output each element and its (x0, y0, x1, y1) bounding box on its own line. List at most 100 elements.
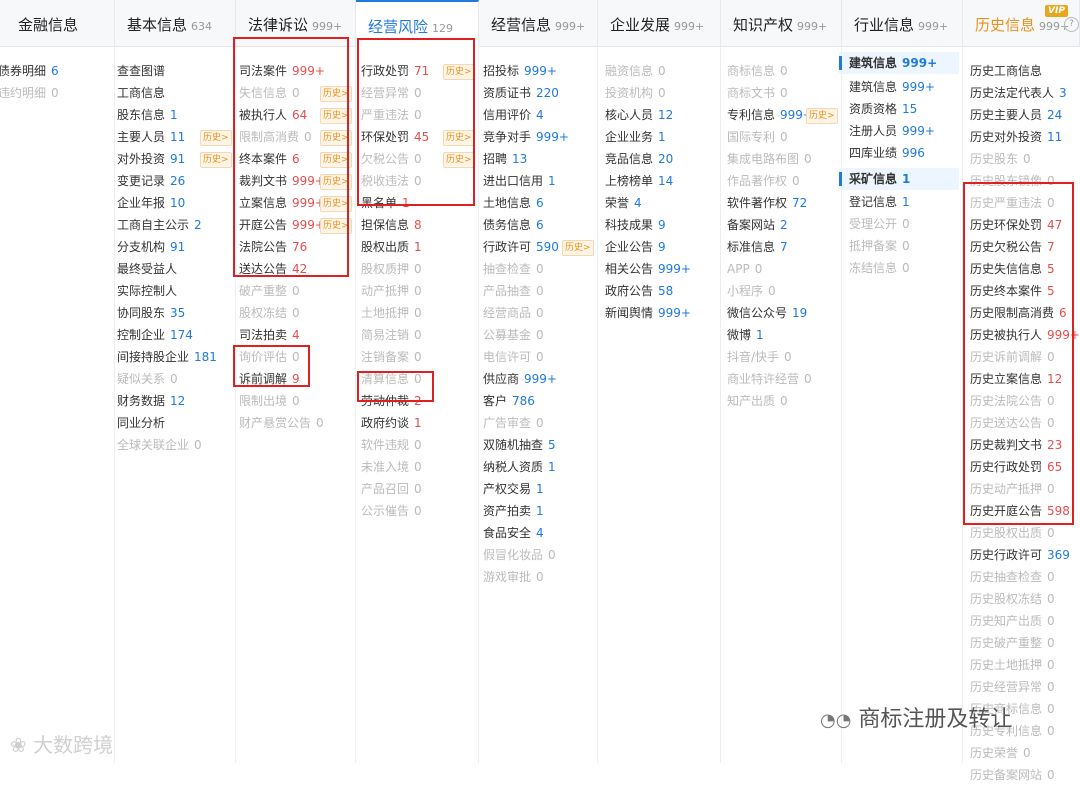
category-item[interactable]: 招聘 13 (483, 148, 527, 170)
category-item[interactable]: 历史法定代表人 3 (970, 82, 1067, 104)
category-item[interactable]: 对外投资 91 (117, 148, 185, 170)
tab-7[interactable]: 行业信息 999+ (842, 0, 963, 46)
category-item[interactable]: 微博 1 (727, 324, 764, 346)
category-item[interactable]: 债务信息 6 (483, 214, 544, 236)
tab-0[interactable]: 金融信息 (0, 0, 115, 46)
category-item[interactable]: 控制企业 174 (117, 324, 193, 346)
category-item[interactable]: 上榜榜单 14 (605, 170, 673, 192)
category-item[interactable]: 标准信息 7 (727, 236, 788, 258)
item-label: 核心人员 (605, 108, 654, 122)
category-item[interactable]: 历史工商信息 (970, 60, 1042, 82)
category-item[interactable]: 建筑信息 999+ (849, 76, 935, 98)
item-label: 土地抵押 (361, 306, 410, 320)
category-item[interactable]: 债券明细 6 (0, 60, 59, 82)
category-item[interactable]: 建筑信息 999+ (849, 52, 937, 74)
category-item[interactable]: 进出口信用 1 (483, 170, 556, 192)
category-item[interactable]: 股权出质 1 (361, 236, 422, 258)
category-item[interactable]: 政府约谈 1 (361, 412, 422, 434)
category-item: 投资机构 0 (605, 82, 666, 104)
category-item[interactable]: 政府公告 58 (605, 280, 673, 302)
help-icon[interactable]: ? (1064, 17, 1079, 32)
category-item: 冻结信息 0 (849, 257, 910, 279)
category-item[interactable]: 司法拍卖 4 (239, 324, 300, 346)
tab-4[interactable]: 经营信息 999+ (479, 0, 598, 46)
category-item[interactable]: 变更记录 26 (117, 170, 185, 192)
category-item[interactable]: 工商信息 (117, 82, 165, 104)
category-item[interactable]: 四库业绩 996 (849, 142, 925, 164)
history-badge[interactable]: 历史> (200, 152, 232, 168)
category-item[interactable]: 土地信息 6 (483, 192, 544, 214)
category-item[interactable]: 新闻舆情 999+ (605, 302, 691, 324)
category-item[interactable]: 纳税人资质 1 (483, 456, 556, 478)
watermark-left: ❀ 大数跨境 (10, 733, 114, 757)
category-item[interactable]: 资质资格 15 (849, 98, 917, 120)
tab-5[interactable]: 企业发展 999+ (598, 0, 721, 46)
category-item[interactable]: 供应商 999+ (483, 368, 557, 390)
category-item[interactable]: 相关公告 999+ (605, 258, 691, 280)
section-marker (839, 56, 842, 70)
tab-6[interactable]: 知识产权 999+ (721, 0, 842, 46)
item-count: 0 (754, 262, 763, 276)
category-item[interactable]: 注册人员 999+ (849, 120, 935, 142)
category-item[interactable]: 财务数据 12 (117, 390, 185, 412)
history-badge[interactable]: 历史> (806, 108, 838, 124)
category-item[interactable]: 招投标 999+ (483, 60, 557, 82)
category-item[interactable]: 食品安全 4 (483, 522, 544, 544)
item-label: 客户 (483, 394, 508, 408)
category-item[interactable]: 竞争对手 999+ (483, 126, 569, 148)
category-item[interactable]: 信用评价 4 (483, 104, 544, 126)
category-item[interactable]: 科技成果 9 (605, 214, 666, 236)
item-label: 历史股东 (970, 152, 1019, 166)
category-item[interactable]: 企业公告 9 (605, 236, 666, 258)
category-item[interactable]: 资质证书 220 (483, 82, 559, 104)
category-item[interactable]: 历史对外投资 11 (970, 126, 1062, 148)
item-count: 0 (414, 284, 422, 298)
category-item[interactable]: 主要人员 11 (117, 126, 185, 148)
category-item[interactable]: 间接持股企业 181 (117, 346, 217, 368)
history-badge[interactable]: 历史> (562, 240, 594, 256)
category-item[interactable]: 荣誉 4 (605, 192, 642, 214)
category-item[interactable]: 担保信息 8 (361, 214, 422, 236)
item-count: 9 (658, 240, 666, 254)
category-item[interactable]: 产权交易 1 (483, 478, 544, 500)
category-item[interactable]: 双随机抽查 5 (483, 434, 556, 456)
history-badge[interactable]: 历史> (200, 130, 232, 146)
category-item[interactable]: 历史行政许可 369 (970, 544, 1070, 566)
item-count: 1 (658, 130, 666, 144)
category-item: 抽查检查 0 (483, 258, 544, 280)
category-item[interactable]: 历史主要人员 24 (970, 104, 1062, 126)
category-item[interactable]: 专利信息 999+ (727, 104, 813, 126)
category-item[interactable]: 企业业务 1 (605, 126, 666, 148)
category-item[interactable]: 核心人员 12 (605, 104, 673, 126)
category-item[interactable]: 查查图谱 (117, 60, 165, 82)
category-item[interactable]: 竞品信息 20 (605, 148, 673, 170)
column-divider (720, 46, 721, 763)
category-item[interactable]: 备案网站 2 (727, 214, 788, 236)
item-label: 作品著作权 (727, 174, 788, 188)
item-count: 181 (194, 350, 217, 364)
category-item[interactable]: 最终受益人 (117, 258, 177, 280)
category-item[interactable]: 资产拍卖 1 (483, 500, 544, 522)
item-label: 控制企业 (117, 328, 166, 342)
category-item[interactable]: 分支机构 91 (117, 236, 185, 258)
category-item[interactable]: 行政许可 590 (483, 236, 559, 258)
tab-1[interactable]: 基本信息 634 (115, 0, 236, 46)
category-item[interactable]: 协同股东 35 (117, 302, 185, 324)
category-item: 假冒化妆品 0 (483, 544, 556, 566)
category-item[interactable]: 登记信息 1 (849, 191, 910, 213)
item-label: 担保信息 (361, 218, 410, 232)
category-item[interactable]: 工商自主公示 2 (117, 214, 202, 236)
item-count: 1 (414, 416, 422, 430)
category-item[interactable]: 实际控制人 (117, 280, 177, 302)
category-item[interactable]: 软件著作权 72 (727, 192, 807, 214)
category-item[interactable]: 采矿信息 1 (849, 168, 910, 190)
item-label: 产权交易 (483, 482, 532, 496)
category-item[interactable]: 同业分析 (117, 412, 165, 434)
category-item: 广告审查 0 (483, 412, 544, 434)
category-item[interactable]: 企业年报 10 (117, 192, 185, 214)
category-item: 产品召回 0 (361, 478, 422, 500)
category-item[interactable]: 股东信息 1 (117, 104, 178, 126)
item-count: 0 (548, 548, 556, 562)
category-item[interactable]: 微信公众号 19 (727, 302, 807, 324)
category-item[interactable]: 客户 786 (483, 390, 535, 412)
